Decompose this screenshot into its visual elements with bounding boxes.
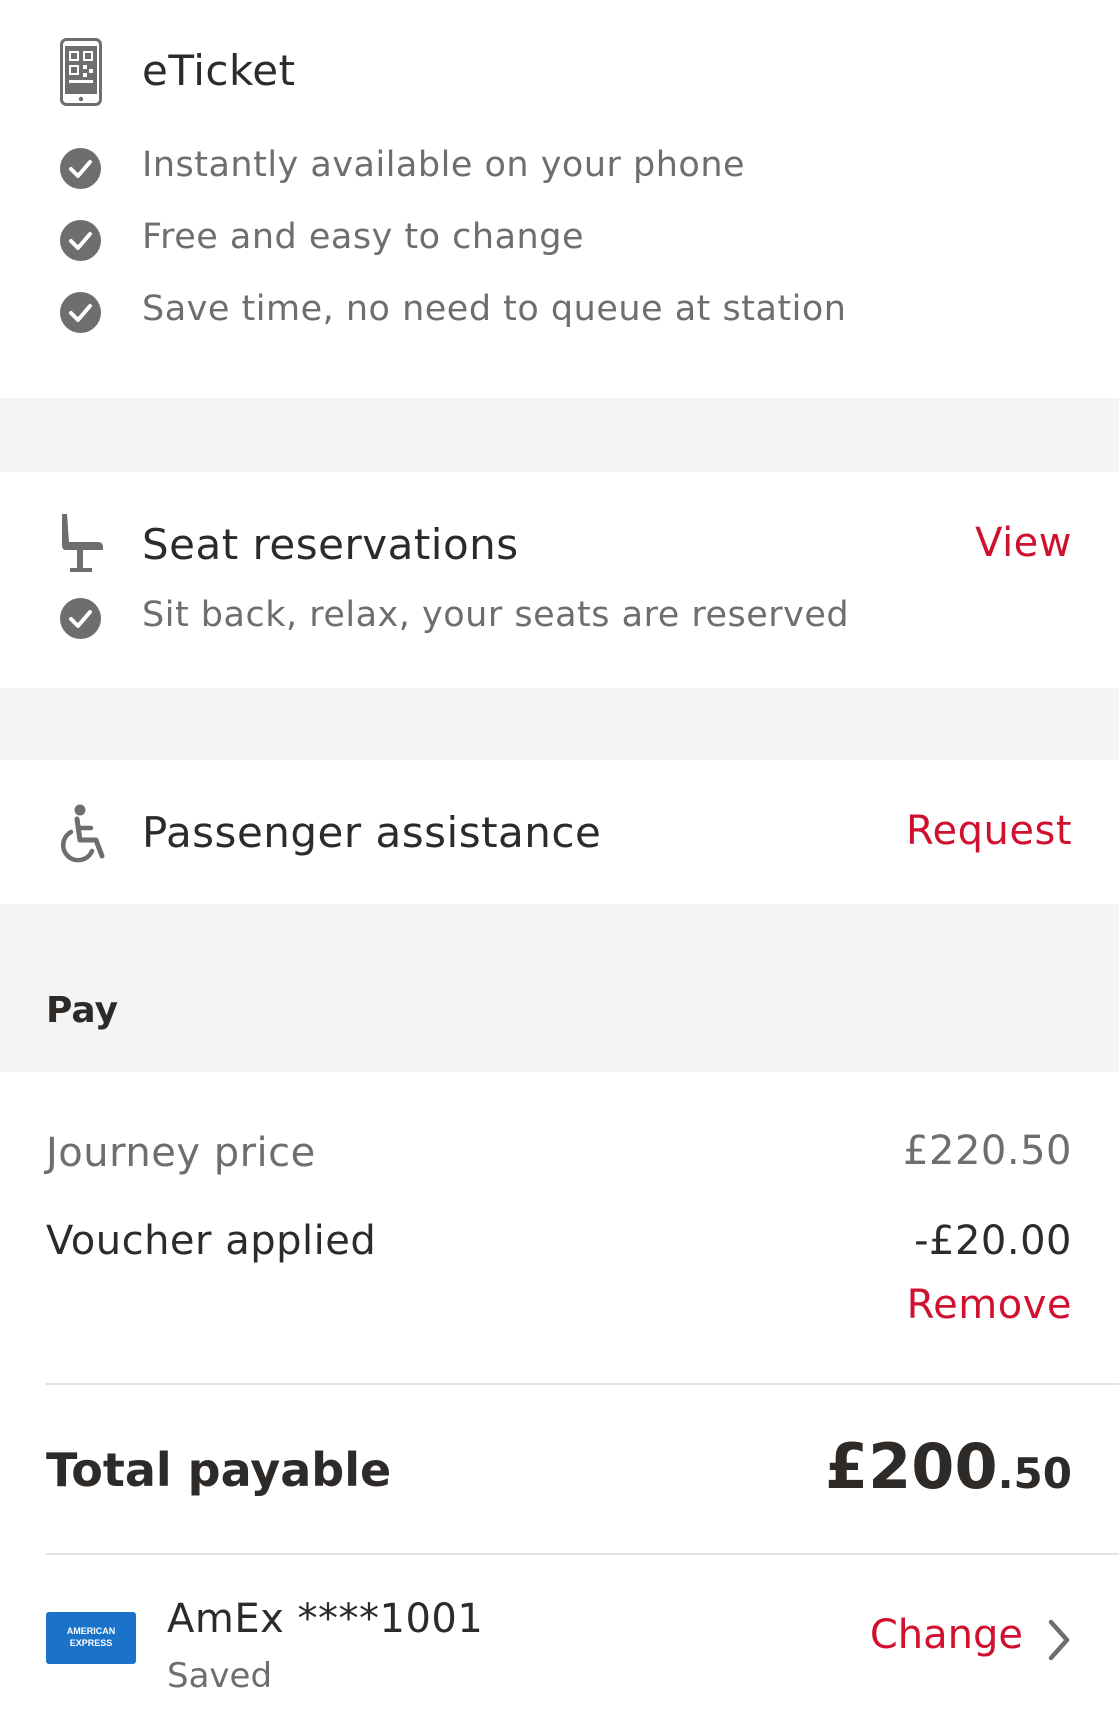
voucher-applied-value: -£20.00 — [914, 1218, 1072, 1264]
journey-price-label: Journey price — [46, 1130, 316, 1176]
seat-icon — [58, 512, 106, 578]
wheelchair-icon — [56, 804, 110, 870]
section-gap — [0, 398, 1119, 472]
check-icon — [60, 292, 101, 333]
card-logo-line1: AMERICAN — [66, 1626, 116, 1636]
eticket-title: eTicket — [142, 46, 296, 95]
voucher-applied-label: Voucher applied — [46, 1218, 377, 1264]
change-payment-button[interactable]: Change — [870, 1612, 1023, 1658]
card-name: AmEx ****1001 — [167, 1596, 484, 1642]
divider — [46, 1383, 1119, 1385]
passenger-assistance-section: Passenger assistance Request — [0, 760, 1119, 904]
check-icon — [60, 598, 101, 639]
card-status: Saved — [167, 1656, 273, 1696]
pay-header-band: Pay — [0, 904, 1119, 1072]
remove-voucher-link[interactable]: Remove — [907, 1282, 1072, 1328]
total-payable-major: £200 — [825, 1430, 998, 1503]
seat-reservations-section: Seat reservations View Sit back, relax, … — [0, 472, 1119, 688]
total-payable-minor: .50 — [997, 1449, 1072, 1498]
eticket-feature: Instantly available on your phone — [142, 145, 746, 185]
check-icon — [60, 148, 101, 189]
divider — [46, 1553, 1119, 1555]
total-payable-label: Total payable — [46, 1443, 392, 1497]
card-logo-line2: EXPRESS — [69, 1638, 113, 1648]
chevron-right-icon[interactable] — [1046, 1618, 1072, 1666]
journey-price-value: £220.50 — [903, 1128, 1072, 1174]
request-assistance-link[interactable]: Request — [906, 808, 1072, 854]
checkout-page: eTicket Instantly available on your phon… — [0, 0, 1119, 1725]
qr-phone-icon — [60, 38, 102, 110]
eticket-section: eTicket Instantly available on your phon… — [0, 0, 1119, 398]
passenger-assistance-title: Passenger assistance — [142, 808, 602, 857]
seat-feature: Sit back, relax, your seats are reserved — [142, 595, 850, 635]
section-gap — [0, 688, 1119, 760]
pay-heading: Pay — [46, 990, 119, 1031]
eticket-feature: Save time, no need to queue at station — [142, 289, 847, 329]
amex-card-logo: AMERICAN EXPRESS — [46, 1612, 136, 1664]
view-seats-link[interactable]: View — [975, 520, 1072, 566]
check-icon — [60, 220, 101, 261]
eticket-feature: Free and easy to change — [142, 217, 584, 257]
total-payable-value: £200.50 — [825, 1430, 1072, 1503]
seat-reservations-title: Seat reservations — [142, 520, 519, 569]
